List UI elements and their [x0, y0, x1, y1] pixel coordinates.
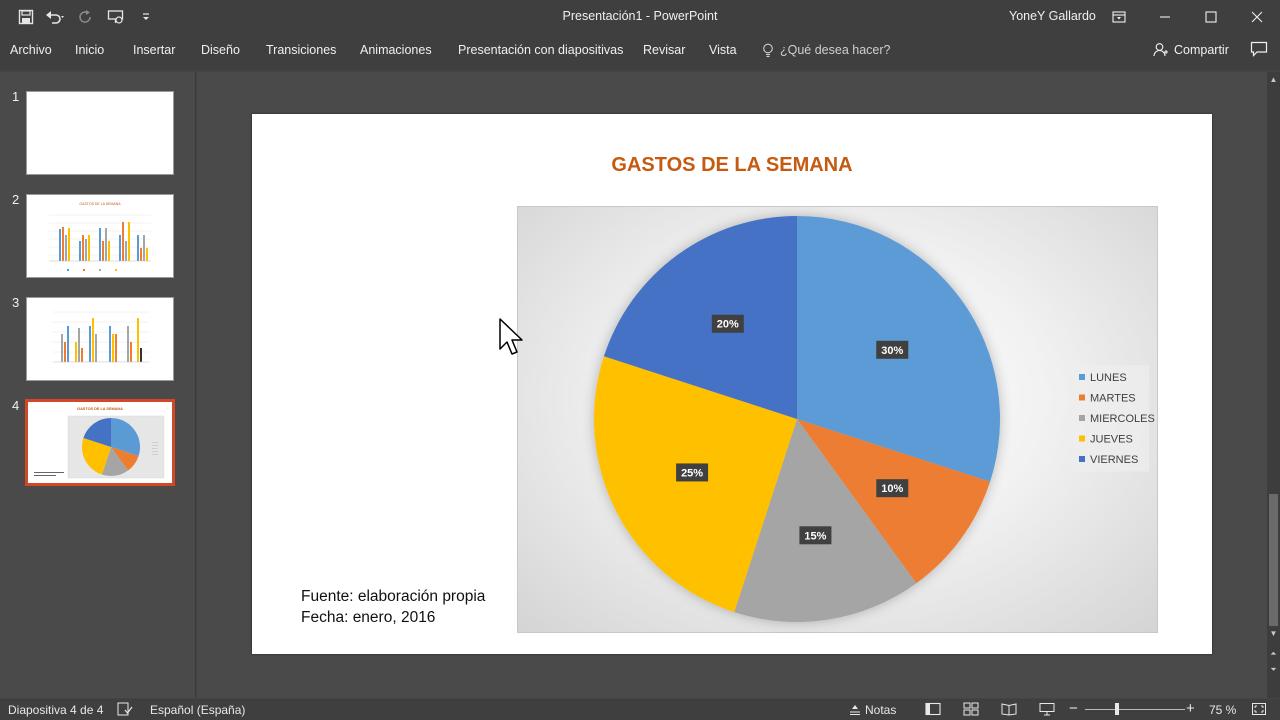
legend-swatch [1079, 456, 1085, 462]
close-icon[interactable] [1234, 0, 1280, 34]
pie-chart-svg: 30% 10% 15% 25% 20% LUNES MARTES MIERCOLES JUEV… [594, 216, 1155, 622]
scroll-down-icon[interactable]: ▼ [1267, 628, 1280, 640]
source-line-1: Fuente: elaboración propia [301, 588, 486, 605]
legend-swatch [1079, 394, 1085, 401]
data-label-jueves[interactable]: 25% [676, 463, 709, 482]
save-icon[interactable] [14, 6, 38, 28]
undo-icon[interactable] [44, 6, 68, 28]
zoom-slider[interactable] [1085, 709, 1185, 710]
start-from-beginning-icon[interactable] [104, 6, 128, 28]
normal-view-icon[interactable] [925, 702, 941, 716]
quick-access-toolbar [14, 6, 158, 28]
title-bar: Presentación1 - PowerPoint YoneY Gallard… [0, 0, 1280, 34]
zoom-out-button[interactable]: − [1069, 700, 1078, 717]
slide-thumbnail-4[interactable]: GASTOS DE LA SEMANA [25, 399, 175, 486]
data-label-miercoles[interactable]: 15% [799, 526, 832, 545]
mouse-pointer-icon [499, 318, 527, 362]
data-label-viernes[interactable]: 20% [711, 314, 744, 333]
slideshow-view-icon[interactable] [1039, 702, 1055, 716]
next-slide-icon[interactable]: ⏷ [1267, 664, 1280, 676]
data-label-text: 10% [881, 483, 903, 495]
tab-insertar[interactable]: Insertar [133, 43, 175, 57]
data-label-martes[interactable]: 10% [876, 479, 909, 498]
thumb2-title: GASTOS DE LA SEMANA [79, 202, 121, 206]
legend-label: MARTES [1090, 393, 1136, 405]
slide-thumbnail-2[interactable]: GASTOS DE LA SEMANA [26, 194, 174, 278]
slide-title[interactable]: GASTOS DE LA SEMANA [252, 154, 1212, 177]
tab-transiciones[interactable]: Transiciones [266, 43, 336, 57]
fit-slide-icon[interactable] [1251, 702, 1267, 716]
notes-button[interactable]: Notas [865, 703, 896, 717]
minimize-icon[interactable] [1142, 0, 1188, 34]
reading-view-icon[interactable] [1001, 702, 1017, 716]
tab-presentacion[interactable]: Presentación con diapositivas [458, 43, 623, 57]
share-label: Compartir [1174, 42, 1229, 57]
thumb-number-2: 2 [12, 192, 20, 207]
tab-revisar[interactable]: Revisar [643, 43, 685, 57]
data-label-lunes[interactable]: 30% [876, 340, 909, 359]
slide-canvas[interactable]: GASTOS DE LA SEMANA 30% 10% 15% 25% 20% LUNE… [252, 114, 1212, 654]
ribbon-display-options-icon[interactable] [1096, 0, 1142, 34]
slide-sorter-icon[interactable] [963, 702, 979, 716]
language-indicator[interactable]: Español (España) [150, 703, 245, 717]
tab-archivo[interactable]: Archivo [10, 43, 52, 57]
scrollbar-thumb[interactable] [1269, 494, 1278, 626]
tab-animaciones[interactable]: Animaciones [360, 43, 432, 57]
legend-swatch [1079, 374, 1085, 380]
previous-slide-icon[interactable]: ⏶ [1267, 648, 1280, 660]
data-label-text: 25% [681, 467, 703, 479]
data-label-text: 15% [804, 530, 826, 542]
source-line-2: Fecha: enero, 2016 [301, 609, 436, 626]
slide-info[interactable]: Diapositiva 4 de 4 [8, 703, 103, 717]
thumb-number-1: 1 [12, 89, 20, 104]
zoom-level[interactable]: 75 % [1209, 703, 1236, 717]
legend-label: LUNES [1090, 372, 1127, 384]
legend-swatch [1079, 435, 1085, 442]
person-icon [1153, 43, 1168, 57]
maximize-icon[interactable] [1188, 0, 1234, 34]
legend-label: MIERCOLES [1090, 413, 1155, 425]
zoom-slider-knob[interactable] [1115, 703, 1119, 715]
vertical-scrollbar[interactable]: ▲ ▼ ⏶ ⏷ [1267, 72, 1280, 698]
legend-label: VIERNES [1090, 454, 1138, 466]
user-name[interactable]: YoneY Gallardo [1009, 9, 1096, 23]
slide-thumbnail-pane: 1 2 GASTOS DE LA SEMANA 3 4 GASTOS DE LA… [0, 72, 196, 698]
tab-vista[interactable]: Vista [709, 43, 737, 57]
zoom-in-button[interactable]: + [1186, 700, 1195, 717]
source-note[interactable]: Fuente: elaboración propia Fecha: enero,… [301, 586, 485, 628]
thumb-number-4: 4 [12, 398, 20, 413]
slide-thumbnail-3[interactable] [26, 297, 174, 381]
slide-thumbnail-1[interactable] [26, 91, 174, 175]
share-button[interactable]: Compartir [1153, 42, 1229, 57]
comments-icon[interactable] [1250, 41, 1270, 59]
redo-icon[interactable] [74, 6, 98, 28]
legend-item-miercoles[interactable]: MIERCOLES [1079, 413, 1155, 425]
status-bar: Diapositiva 4 de 4 Español (España) Nota… [0, 699, 1280, 720]
pie-chart[interactable]: 30% 10% 15% 25% 20% LUNES MARTES MIERCOLES JUEV… [517, 206, 1158, 633]
scroll-up-icon[interactable]: ▲ [1267, 74, 1280, 86]
tell-me-text: ¿Qué desea hacer? [780, 43, 891, 57]
tab-diseno[interactable]: Diseño [201, 43, 240, 57]
notes-icon[interactable] [848, 702, 864, 716]
data-label-text: 20% [717, 319, 739, 331]
thumb-number-3: 3 [12, 295, 20, 310]
ribbon-tabs: Archivo Inicio Insertar Diseño Transicio… [0, 34, 1280, 70]
thumb4-title: GASTOS DE LA SEMANA [77, 407, 123, 411]
tab-inicio[interactable]: Inicio [75, 43, 104, 57]
data-label-text: 30% [881, 345, 903, 357]
legend-swatch [1079, 415, 1085, 421]
tell-me-box[interactable]: ¿Qué desea hacer? [762, 43, 891, 58]
spellcheck-icon[interactable] [117, 702, 133, 716]
lightbulb-icon [763, 43, 773, 58]
legend-label: JUEVES [1090, 434, 1133, 446]
customize-qat-icon[interactable] [134, 6, 158, 28]
